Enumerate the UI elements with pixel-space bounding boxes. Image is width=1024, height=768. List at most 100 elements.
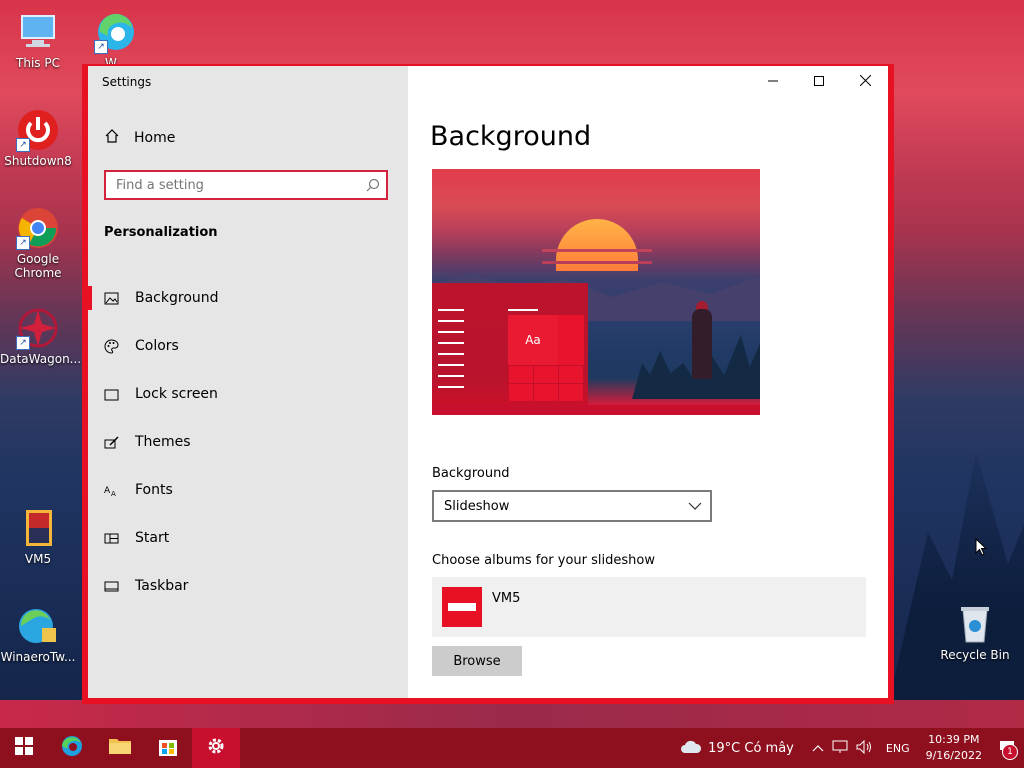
network-button[interactable] <box>828 740 852 757</box>
background-preview: Aa <box>432 169 760 415</box>
desktop-icon-datawagon[interactable]: ↗ DataWagon... <box>0 306 82 366</box>
preview-figure <box>692 309 712 379</box>
start-button[interactable] <box>0 728 48 768</box>
nav-item-background[interactable]: Background <box>88 274 408 322</box>
album-item[interactable]: VM5 <box>432 577 866 637</box>
nav-item-label: Taskbar <box>135 578 189 594</box>
system-tray: 19°C Có mây ENG 10:39 PM 9/16/2022 1 <box>676 728 1024 768</box>
settings-window: Settings Home Personalization <box>82 64 894 704</box>
settings-sidebar: Settings Home Personalization <box>88 66 408 698</box>
desktop-icon-label: This PC <box>16 56 60 70</box>
datawagon-icon: ↗ <box>16 306 60 350</box>
window-controls <box>750 66 888 98</box>
mouse-cursor-icon <box>975 537 988 556</box>
desktop-icon-this-pc[interactable]: This PC <box>0 10 76 70</box>
volume-button[interactable] <box>852 739 878 757</box>
preview-tile-grid <box>508 365 584 401</box>
nav-item-label: Colors <box>135 338 179 354</box>
desktop-icon-winaerotweaker[interactable]: WinaeroTw... <box>0 604 76 664</box>
weather-text: 19°C Có mây <box>708 740 794 756</box>
cloud-icon <box>680 740 702 757</box>
nav-item-themes[interactable]: Themes <box>88 418 408 466</box>
edge-icon: ↗ <box>94 10 138 54</box>
desktop-icon-label: VM5 <box>24 552 52 566</box>
weather-widget[interactable]: 19°C Có mây <box>676 740 798 757</box>
desktop-icon-recycle-bin[interactable]: Recycle Bin <box>937 602 1013 662</box>
gear-icon <box>206 736 226 760</box>
shortcut-arrow-icon: ↗ <box>94 40 108 54</box>
shortcut-arrow-icon: ↗ <box>16 236 30 250</box>
personalization-nav: Background Colors Lock screen Themes A A… <box>88 274 408 610</box>
minimize-button[interactable] <box>750 66 796 98</box>
home-nav-item[interactable]: Home <box>104 128 175 148</box>
action-center-button[interactable]: 1 <box>990 728 1024 768</box>
start-icon <box>104 531 119 546</box>
taskbar-settings[interactable] <box>192 728 240 768</box>
store-icon <box>157 735 179 761</box>
album-name: VM5 <box>492 591 521 606</box>
edge-icon <box>60 734 84 762</box>
search-box[interactable] <box>104 170 388 200</box>
browse-button[interactable]: Browse <box>432 646 522 676</box>
folder-icon <box>108 736 132 760</box>
window-title: Settings <box>102 75 152 89</box>
network-icon <box>832 740 848 757</box>
windows-logo-icon <box>15 737 33 759</box>
recycle-bin-icon <box>953 602 997 646</box>
nav-item-label: Start <box>135 530 170 546</box>
nav-item-taskbar[interactable]: Taskbar <box>88 562 408 610</box>
minimize-icon <box>768 75 778 90</box>
search-input[interactable] <box>106 172 366 198</box>
palette-icon <box>104 338 119 354</box>
desktop-icon-label: WinaeroTw... <box>0 650 76 664</box>
desktop-wallpaper-ground <box>0 700 1024 730</box>
taskbar-store[interactable] <box>144 728 192 768</box>
background-dropdown[interactable]: Slideshow <box>432 490 712 522</box>
clock-date: 9/16/2022 <box>925 749 982 762</box>
preview-tile-aa: Aa <box>508 315 558 365</box>
maximize-button[interactable] <box>796 66 842 98</box>
desktop-icon-google-chrome[interactable]: ↗ Google Chrome <box>0 206 76 280</box>
clock[interactable]: 10:39 PM 9/16/2022 <box>918 732 990 764</box>
speaker-icon <box>856 739 874 757</box>
shortcut-arrow-icon: ↗ <box>16 336 30 350</box>
settings-content: Background Aa Background Slideshow Choos… <box>408 66 888 698</box>
preview-start-list <box>438 309 468 397</box>
albums-label: Choose albums for your slideshow <box>432 553 655 568</box>
nav-item-label: Themes <box>135 434 191 450</box>
desktop-icon-shutdown8[interactable]: ↗ Shutdown8 <box>0 108 76 168</box>
taskbar-file-explorer[interactable] <box>96 728 144 768</box>
home-label: Home <box>134 130 176 146</box>
nav-item-fonts[interactable]: AA Fonts <box>88 466 408 514</box>
picture-icon <box>104 291 119 306</box>
winaero-tweaker-icon <box>16 604 60 648</box>
desktop-icon-vm5[interactable]: VM5 <box>0 506 76 566</box>
svg-text:A: A <box>104 486 111 496</box>
desktop-icon-label: DataWagon... <box>0 352 82 366</box>
preview-sun-stripe <box>542 249 652 252</box>
nav-item-lock-screen[interactable]: Lock screen <box>88 370 408 418</box>
clock-time: 10:39 PM <box>928 733 980 746</box>
preview-tile-header <box>508 309 538 311</box>
font-icon: AA <box>104 483 119 498</box>
search-icon[interactable] <box>366 178 380 192</box>
language-indicator[interactable]: ENG <box>878 742 918 755</box>
close-icon <box>859 74 871 90</box>
chrome-icon: ↗ <box>16 206 60 250</box>
nav-item-start[interactable]: Start <box>88 514 408 562</box>
close-button[interactable] <box>842 66 888 98</box>
section-title: Personalization <box>104 225 218 240</box>
desktop-wallpaper-trees <box>880 452 1024 740</box>
nav-item-label: Lock screen <box>135 386 218 402</box>
show-hidden-icons-button[interactable] <box>808 741 828 755</box>
nav-item-label: Background <box>135 290 219 306</box>
page-title: Background <box>430 121 592 152</box>
notification-badge: 1 <box>1002 744 1018 760</box>
nav-item-colors[interactable]: Colors <box>88 322 408 370</box>
taskbar-edge[interactable] <box>48 728 96 768</box>
desktop-icon-edge-shortcut[interactable]: ↗ W... <box>78 10 154 70</box>
preview-sun-stripe <box>542 261 652 264</box>
desktop-icon-label: Google Chrome <box>14 252 62 280</box>
shortcut-arrow-icon: ↗ <box>16 138 30 152</box>
nav-item-label: Fonts <box>135 482 173 498</box>
